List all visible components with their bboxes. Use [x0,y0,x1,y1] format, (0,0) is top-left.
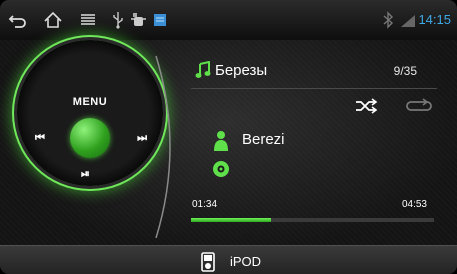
screen: 14:15 MENU ⏮ ⏭ ⏯ Березы 9/35 Berezi 01:3… [0,0,457,274]
clock: 14:15 [418,12,451,27]
source-label: iPOD [230,254,262,269]
elapsed-time: 01:34 [192,199,218,210]
status-bar: 14:15 [0,0,457,40]
source-bar: iPOD [0,245,457,274]
total-time: 04:53 [401,199,427,210]
home-icon[interactable] [43,10,63,30]
artist-name: Berezi [242,131,285,148]
usb-icon [108,10,128,30]
signal-icon [398,10,418,30]
shuffle-icon[interactable] [354,97,378,115]
bluetooth-icon [378,10,398,30]
previous-icon[interactable]: ⏮ [35,132,45,145]
ipod-icon [201,252,215,272]
menu-button[interactable]: MENU [17,96,163,108]
android-debug-icon [128,10,148,30]
divider-arc [155,55,171,239]
progress-fill [191,218,272,222]
progress-bar[interactable] [191,218,434,222]
play-pause-icon[interactable]: ⏯ [81,168,90,181]
track-count: 9/35 [393,64,417,78]
artist-icon [214,131,228,151]
repeat-icon[interactable] [405,98,433,114]
song-title: Березы [215,62,268,79]
menu-icon[interactable] [78,10,98,30]
back-icon[interactable] [8,10,28,30]
album-disc-icon [213,161,229,177]
title-underline [191,88,437,89]
control-wheel[interactable]: MENU ⏮ ⏭ ⏯ [17,40,163,186]
center-button[interactable] [70,118,110,158]
storage-icon [150,10,170,30]
next-icon[interactable]: ⏭ [137,132,147,145]
music-note-icon [195,61,211,78]
